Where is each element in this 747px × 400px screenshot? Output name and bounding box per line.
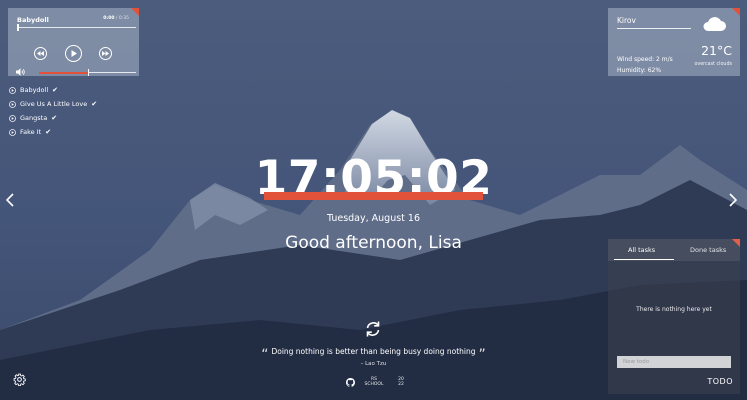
year-label: 20 22 bbox=[395, 377, 407, 387]
github-icon[interactable] bbox=[346, 378, 355, 387]
rs-logo-line2: SCHOOL bbox=[364, 382, 384, 387]
cloud-icon bbox=[703, 17, 726, 31]
panel-corner-accent bbox=[732, 8, 740, 16]
play-item-icon bbox=[9, 128, 16, 136]
rewind-icon bbox=[37, 51, 44, 56]
previous-slide-arrow-icon[interactable] bbox=[6, 193, 14, 207]
tab-all-tasks[interactable]: All tasks bbox=[628, 246, 655, 254]
humidity: Humidity: 62% bbox=[617, 67, 662, 74]
play-item-icon bbox=[9, 86, 16, 94]
gear-icon[interactable] bbox=[13, 373, 26, 386]
panel-corner-accent bbox=[131, 8, 139, 16]
playlist-item[interactable]: Babydoll ✔ bbox=[9, 85, 58, 95]
todo-tabs: All tasks Done tasks bbox=[608, 239, 740, 261]
previous-button[interactable] bbox=[34, 47, 47, 60]
weather-widget: Kirov Wind speed: 2 m/s Humidity: 62% 21… bbox=[608, 8, 740, 76]
quote-text: Doing nothing is better than being busy … bbox=[271, 347, 476, 356]
rs-school-logo[interactable]: RS SCHOOL bbox=[361, 377, 387, 387]
city-name[interactable]: Kirov bbox=[617, 16, 636, 25]
empty-state-text: There is nothing here yet bbox=[636, 306, 712, 313]
volume-icon[interactable] bbox=[16, 68, 26, 76]
city-underline bbox=[617, 28, 691, 29]
year-line2: 22 bbox=[398, 382, 404, 387]
playlist-item-title: Gangsta bbox=[20, 114, 48, 122]
todo-toggle-button[interactable]: TODO bbox=[707, 377, 733, 386]
track-time: 0:00 / 0:35 bbox=[103, 16, 129, 21]
date-text: Tuesday, August 16 bbox=[326, 213, 421, 224]
temperature: 21°C bbox=[701, 43, 732, 58]
playlist-item-title: Fake It bbox=[20, 128, 42, 136]
track-progress-bar[interactable] bbox=[17, 24, 136, 31]
playlist-item[interactable]: Gangsta ✔ bbox=[9, 113, 57, 123]
play-icon bbox=[71, 50, 77, 57]
volume-slider[interactable] bbox=[39, 69, 136, 76]
playlist-item-title: Babydoll bbox=[20, 86, 49, 94]
refresh-quote-icon[interactable] bbox=[364, 320, 382, 338]
volume-handle[interactable] bbox=[87, 69, 89, 76]
checkmark-icon: ✔ bbox=[51, 114, 58, 122]
audio-player: Babydoll 0:00 / 0:35 bbox=[8, 8, 139, 76]
play-button[interactable] bbox=[65, 45, 82, 62]
next-slide-arrow-icon[interactable] bbox=[729, 193, 737, 207]
play-item-icon bbox=[9, 100, 16, 108]
next-button[interactable] bbox=[99, 47, 112, 60]
checkmark-icon: ✔ bbox=[52, 86, 59, 94]
new-todo-input[interactable] bbox=[617, 356, 731, 368]
wind-speed: Wind speed: 2 m/s bbox=[617, 56, 673, 63]
fast-forward-icon bbox=[102, 51, 109, 56]
weather-condition: overcast clouds bbox=[694, 62, 732, 67]
current-track-title: Babydoll bbox=[17, 16, 49, 24]
tab-done-tasks[interactable]: Done tasks bbox=[690, 246, 726, 254]
playlist-item[interactable]: Fake It ✔ bbox=[9, 127, 51, 137]
current-time: 0:00 bbox=[103, 16, 115, 21]
clock-accent-bar bbox=[264, 192, 483, 200]
checkmark-icon: ✔ bbox=[91, 100, 98, 108]
progress-handle[interactable] bbox=[17, 24, 19, 31]
active-tab-indicator bbox=[614, 259, 674, 260]
checkmark-icon: ✔ bbox=[45, 128, 52, 136]
play-item-icon bbox=[9, 114, 16, 122]
volume-fill bbox=[39, 71, 88, 74]
playlist-item-title: Give Us A Little Love bbox=[20, 100, 88, 108]
todo-widget: All tasks Done tasks There is nothing he… bbox=[608, 239, 740, 394]
total-time: 0:35 bbox=[118, 16, 129, 21]
playlist-item[interactable]: Give Us A Little Love ✔ bbox=[9, 99, 97, 109]
